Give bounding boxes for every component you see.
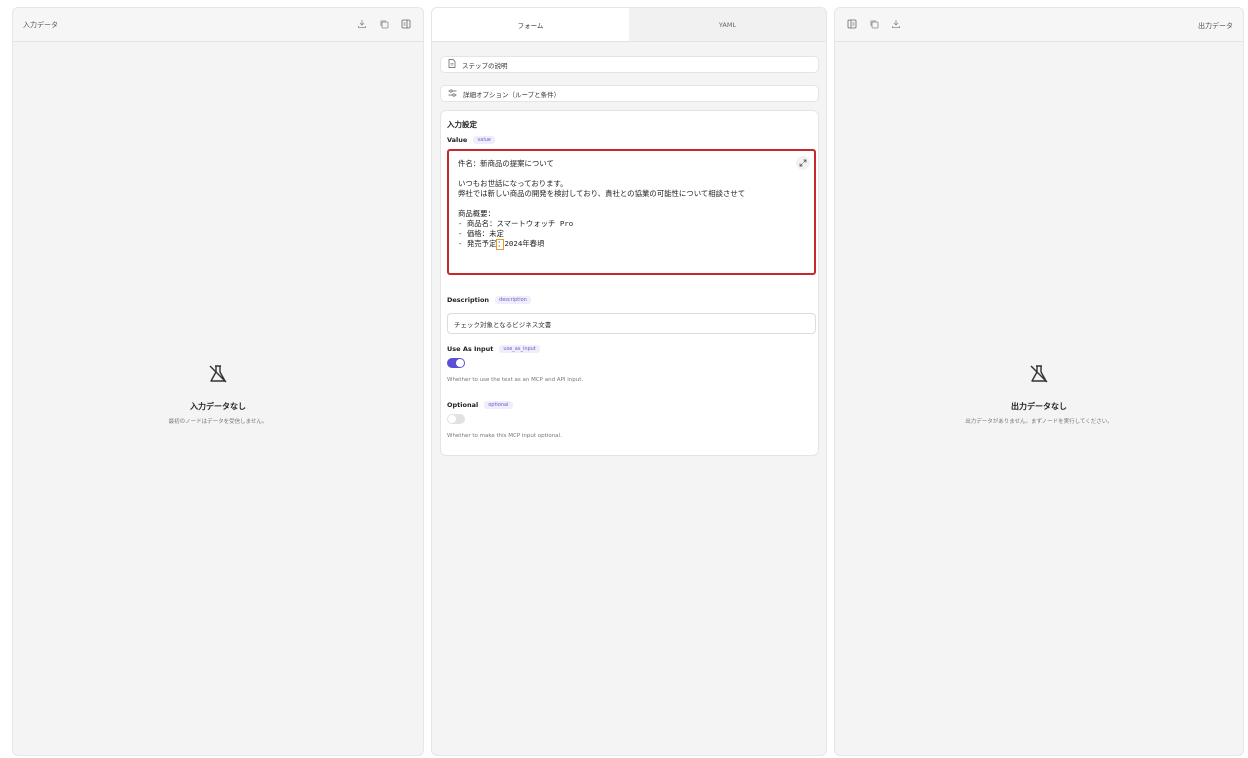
output-panel-header: 出力データ [835,8,1243,42]
use-as-input-help: Whether to use the text as an MCP and AP… [447,377,584,383]
optional-help: Whether to make this MCP input optional. [447,433,562,439]
input-settings-card: 入力設定 Value value 件名：新商品の提案について いつもお世話になっ… [440,110,819,456]
expand-icon[interactable] [796,156,810,170]
value-line-prefix: - 発売予定 [458,239,497,248]
value-label-text: Value [447,136,468,144]
value-line: いつもお世話になっております。 [458,179,568,188]
value-key-badge: value [473,136,495,144]
optional-field-label: Optional optional [447,401,513,409]
mode-tabs: フォーム YAML [432,8,826,42]
value-line: 件名：新商品の提案について [458,159,554,168]
advanced-options-toggle[interactable]: 詳細オプション（ループと条件） [440,85,819,102]
tab-form[interactable]: フォーム [432,8,629,41]
output-empty-subtitle: 出力データがありません。まずノードを実行してください。 [965,419,1113,425]
step-description-label: ステップの説明 [462,61,508,70]
use-as-input-label-text: Use As Input [447,345,494,353]
advanced-options-label: 詳細オプション（ループと条件） [463,90,561,99]
value-line-suffix: 2024年春頃 [504,239,545,248]
download-icon[interactable] [891,19,901,29]
collapse-panel-icon[interactable] [401,19,411,29]
output-panel-actions [847,19,901,29]
value-line: 弊社では新しい商品の開発を検討しており、貴社との協業の可能性について相談させて [458,189,746,198]
description-field-label: Description description [447,296,531,304]
input-empty-subtitle: 最初のノードはデータを受信しません。 [168,419,268,425]
toggle-knob [456,359,464,367]
input-data-panel: 入力データ 入力データなし 最初のノードはデータを受信しません。 [12,7,424,756]
output-empty-title: 出力データなし [1011,402,1067,411]
use-as-input-toggle[interactable] [447,358,465,368]
input-panel-title: 入力データ [23,20,58,29]
copy-icon[interactable] [869,19,879,29]
value-field-label: Value value [447,136,495,144]
tab-yaml[interactable]: YAML [629,8,826,41]
copy-icon[interactable] [379,19,389,29]
expand-panel-icon[interactable] [847,19,857,29]
form-panel: フォーム YAML ステップの説明 詳細オプション（ループと条件） 入力設定 V… [431,7,827,756]
input-panel-header: 入力データ [13,8,423,42]
description-label-text: Description [447,296,490,304]
value-line-cursor: - 発売予定：2024年春頃 [458,239,805,250]
flask-off-icon [13,363,423,389]
document-icon [448,59,456,70]
optional-label-text: Optional [447,401,479,409]
input-panel-actions [357,19,411,29]
optional-toggle[interactable] [447,414,465,424]
use-as-input-field-label: Use As Input use_as_input [447,345,540,353]
download-icon[interactable] [357,19,367,29]
description-input[interactable]: チェック対象となるビジネス文書 [447,313,816,334]
toggle-knob [448,415,456,423]
use-as-input-key-badge: use_as_input [499,345,540,353]
optional-key-badge: optional [484,401,513,409]
input-settings-title: 入力設定 [447,120,477,129]
value-line: - 商品名：スマートウォッチ Pro [458,219,574,228]
value-textarea[interactable]: 件名：新商品の提案について いつもお世話になっております。 弊社では新しい商品の… [447,149,816,275]
step-description-toggle[interactable]: ステップの説明 [440,56,819,73]
input-empty-title: 入力データなし [190,402,246,411]
flask-off-icon [835,363,1243,389]
output-panel-title: 出力データ [1198,22,1233,30]
output-data-panel: 出力データ 出力データなし 出力データがありません。まずノードを実行してください… [834,7,1244,756]
value-line: - 価格：未定 [458,229,504,238]
description-key-badge: description [495,296,531,304]
output-empty-state: 出力データなし 出力データがありません。まずノードを実行してください。 [835,363,1243,425]
sliders-icon [448,88,457,99]
value-line: 商品概要： [458,209,495,218]
input-empty-state: 入力データなし 最初のノードはデータを受信しません。 [13,363,423,425]
